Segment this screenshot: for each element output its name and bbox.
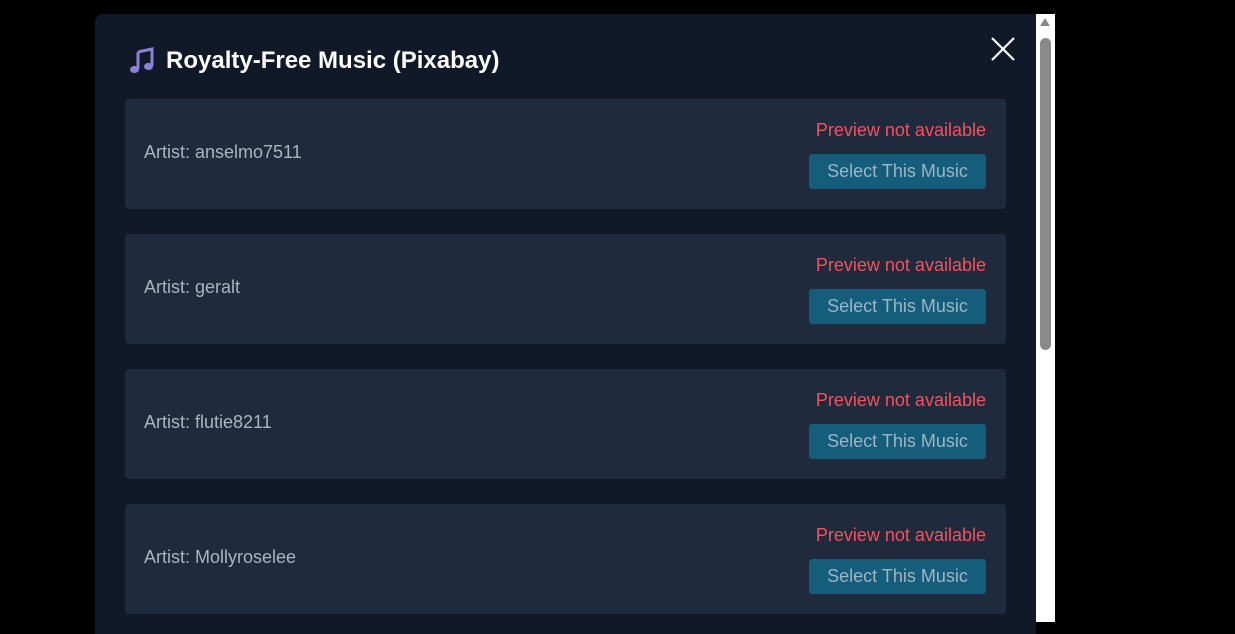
preview-status: Preview not available [815,255,986,275]
scrollbar-thumb[interactable] [1040,38,1051,350]
list-item: Artist: Mollyroselee Preview not availab… [125,504,1006,614]
music-note-icon [128,47,156,75]
modal-header: Royalty-Free Music (Pixabay) [128,45,499,77]
artist-label: Artist: anselmo7511 [144,142,302,162]
artist-label: Artist: geralt [144,277,241,297]
modal-title: Royalty-Free Music (Pixabay) [166,47,500,74]
select-music-button[interactable]: Select This Music [809,559,986,594]
list-item: Artist: geralt Preview not available Sel… [125,234,1006,344]
select-music-button[interactable]: Select This Music [809,424,986,459]
music-picker-modal: Royalty-Free Music (Pixabay) Artist: ans… [95,14,1036,634]
scrollbar[interactable] [1036,14,1055,622]
preview-status: Preview not available [815,390,986,410]
select-music-button[interactable]: Select This Music [809,154,986,189]
artist-label: Artist: flutie8211 [144,412,272,432]
close-button[interactable] [988,34,1018,64]
preview-status: Preview not available [815,525,986,545]
preview-status: Preview not available [815,120,986,140]
close-icon [991,37,1015,61]
artist-label: Artist: Mollyroselee [144,547,297,567]
scroll-up-arrow-icon[interactable] [1040,18,1050,26]
select-music-button[interactable]: Select This Music [809,289,986,324]
list-item: Artist: anselmo7511 Preview not availabl… [125,99,1006,209]
music-list: Artist: anselmo7511 Preview not availabl… [125,99,1006,634]
list-item: Artist: flutie8211 Preview not available… [125,369,1006,479]
